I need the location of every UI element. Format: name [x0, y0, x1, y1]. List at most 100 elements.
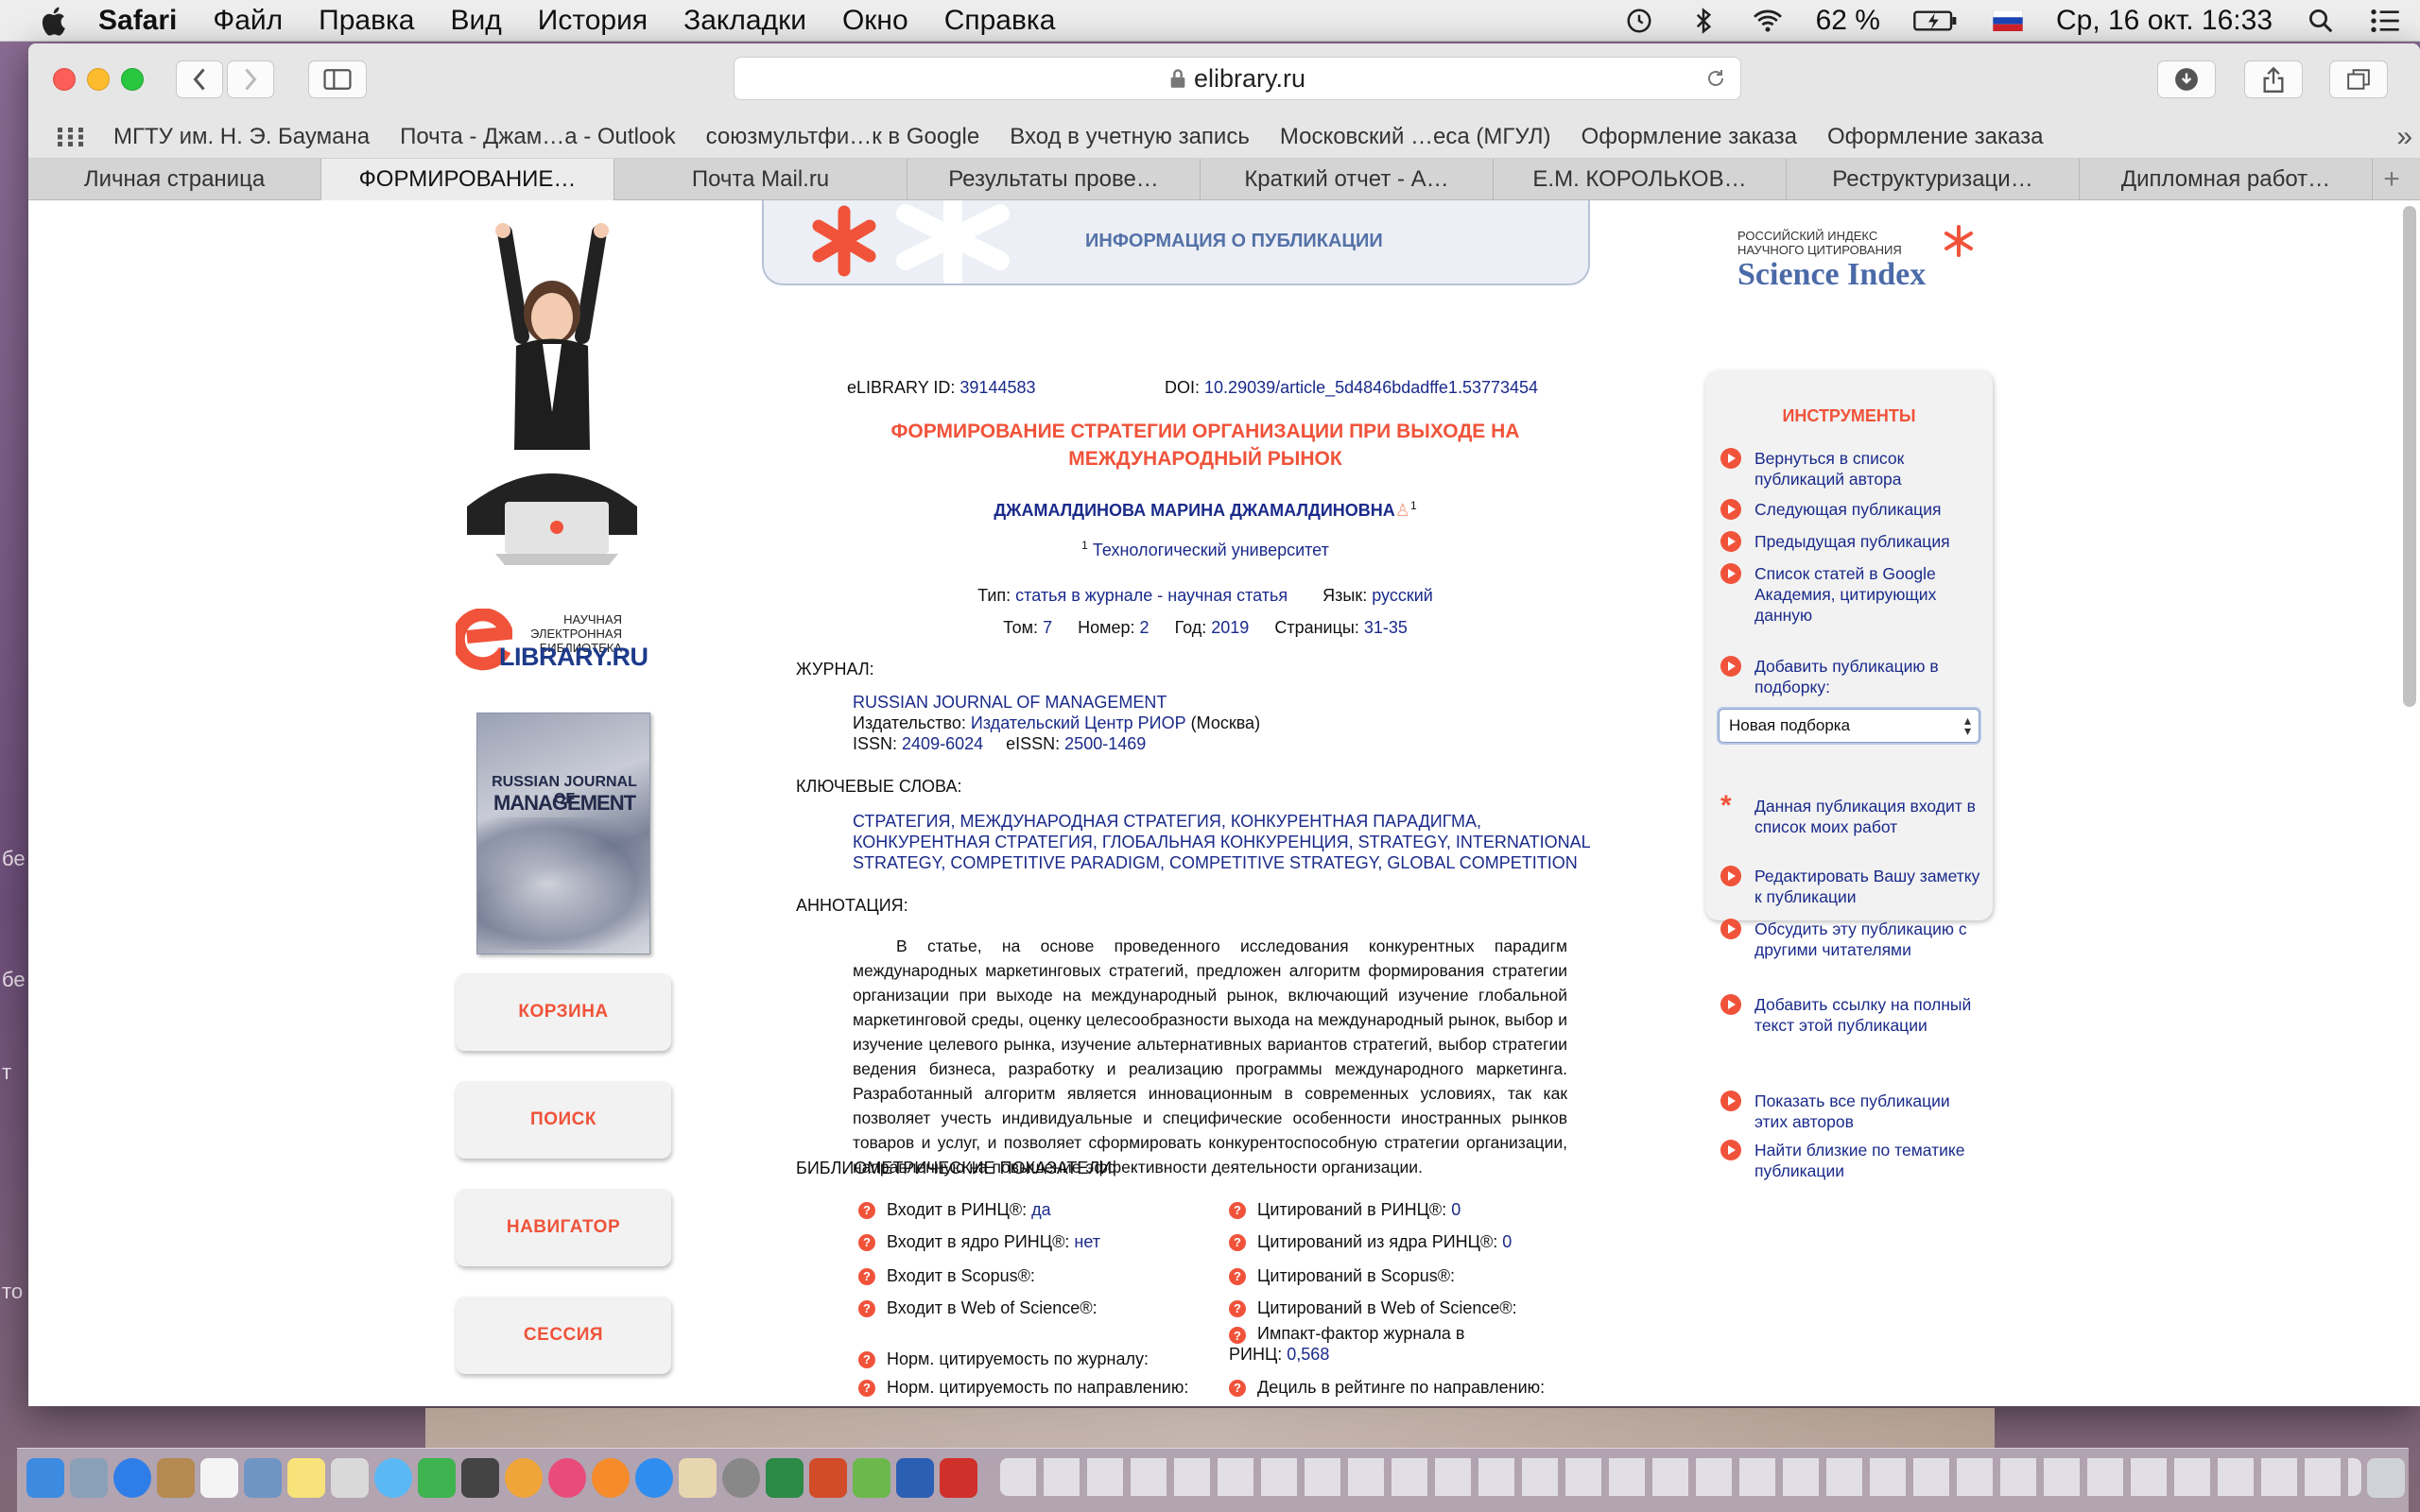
itunes-icon[interactable] [548, 1458, 586, 1498]
tool-find-similar[interactable]: Найти близкие по тематике публикации [1720, 1140, 1985, 1181]
menu-window[interactable]: Окно [842, 5, 908, 37]
menu-edit[interactable]: Правка [319, 5, 414, 37]
help-icon[interactable]: ? [1229, 1201, 1246, 1219]
cart-button[interactable]: КОРЗИНА [456, 973, 671, 1051]
journal-cover-image[interactable]: RUSSIAN JOURNAL OF MANAGEMENT [476, 713, 650, 954]
help-icon[interactable]: ? [858, 1233, 875, 1251]
keywords-line[interactable]: STRATEGY, COMPETITIVE PARADIGM, COMPETIT… [853, 852, 1591, 873]
help-icon[interactable]: ? [1229, 1267, 1246, 1285]
facetime-icon[interactable] [418, 1458, 456, 1498]
more-bookmarks-icon[interactable]: » [2396, 121, 2412, 153]
bookmark-link[interactable]: Оформление заказа [1827, 124, 2043, 150]
tab[interactable]: Е.М. КОРОЛЬКОВ… [1494, 159, 1787, 200]
tool-label[interactable]: Следующая публикация [1754, 499, 1941, 520]
help-icon[interactable]: ? [1229, 1379, 1246, 1397]
tool-label[interactable]: Обсудить эту публикацию с другими читате… [1754, 919, 1985, 960]
tool-previous-publication[interactable]: Предыдущая публикация [1720, 531, 1985, 552]
wifi-icon[interactable] [1752, 7, 1784, 35]
help-icon[interactable]: ? [1229, 1233, 1246, 1251]
session-button[interactable]: СЕССИЯ [456, 1297, 671, 1374]
menu-bookmarks[interactable]: Закладки [683, 5, 806, 37]
author-link[interactable]: ДЖАМАЛДИНОВА МАРИНА ДЖАМАЛДИНОВНА [994, 501, 1394, 520]
tool-edit-note[interactable]: Редактировать Вашу заметку к публикации [1720, 866, 1985, 907]
preview-icon[interactable] [244, 1458, 282, 1498]
search-button[interactable]: ПОИСК [456, 1081, 671, 1159]
spotlight-search-icon[interactable] [2305, 7, 2337, 35]
zoom-window-button[interactable] [121, 68, 144, 91]
tab[interactable]: Почта Mail.ru [614, 159, 908, 200]
tool-my-works[interactable]: * Данная публикация входит в список моих … [1720, 792, 1985, 837]
collection-select[interactable]: Новая подборка ▴ ▾ [1719, 709, 1979, 743]
tab-overview-button[interactable] [2329, 60, 2388, 98]
ibooks-icon[interactable] [592, 1458, 630, 1498]
excel-icon[interactable] [766, 1458, 804, 1498]
keywords-line[interactable]: КОНКУРЕНТНАЯ СТРАТЕГИЯ, ГЛОБАЛЬНАЯ КОНКУ… [853, 832, 1591, 852]
metric-value[interactable]: 0 [1502, 1232, 1512, 1252]
app-icon[interactable] [679, 1458, 717, 1498]
word-icon[interactable] [896, 1458, 934, 1498]
navigator-button[interactable]: НАВИГАТОР [456, 1189, 671, 1266]
downloads-button[interactable] [2157, 60, 2216, 98]
metric-value[interactable]: 0,568 [1287, 1345, 1329, 1364]
back-button[interactable] [176, 60, 223, 98]
tool-back-to-list[interactable]: Вернуться в список публикаций автора [1720, 448, 1985, 490]
tool-label[interactable]: Добавить публикацию в подборку: [1754, 656, 1985, 697]
time-machine-icon[interactable] [1623, 7, 1655, 35]
tab[interactable]: Дипломная работ… [2080, 159, 2373, 200]
metric-value[interactable]: нет [1074, 1232, 1100, 1252]
tool-label[interactable]: Данная публикация входит в список моих р… [1754, 796, 1985, 837]
notification-center-icon[interactable] [2369, 7, 2401, 35]
launchpad-icon[interactable] [70, 1458, 108, 1498]
tool-label[interactable]: Предыдущая публикация [1754, 531, 1950, 552]
metric-value[interactable]: да [1031, 1200, 1051, 1220]
tab[interactable]: Краткий отчет - А… [1201, 159, 1494, 200]
help-icon[interactable]: ? [858, 1350, 875, 1368]
tool-google-scholar[interactable]: Список статей в Google Академия, цитирую… [1720, 563, 1985, 626]
science-index-logo[interactable]: РОССИЙСКИЙ ИНДЕКС НАУЧНОГО ЦИТИРОВАНИЯ S… [1711, 221, 1976, 292]
tool-label[interactable]: Список статей в Google Академия, цитирую… [1754, 563, 1985, 626]
menu-history[interactable]: История [538, 5, 648, 37]
app-store-icon[interactable] [635, 1458, 673, 1498]
safari-icon[interactable] [113, 1458, 151, 1498]
help-icon[interactable]: ? [1229, 1327, 1246, 1344]
bookmark-link[interactable]: Почта - Джам…а - Outlook [400, 124, 676, 150]
photos-icon[interactable] [505, 1458, 543, 1498]
elibrary-id[interactable]: 39144583 [959, 378, 1035, 397]
address-bar[interactable]: elibrary.ru [734, 57, 1741, 100]
trash-icon[interactable] [2367, 1458, 2405, 1498]
help-icon[interactable]: ? [1229, 1299, 1246, 1317]
apple-icon[interactable] [38, 4, 72, 38]
doi-link[interactable]: 10.29039/article_5d4846bdadffe1.53773454 [1204, 378, 1538, 397]
calendar-icon[interactable] [200, 1458, 238, 1498]
vertical-scrollbar[interactable] [2403, 206, 2416, 707]
volume-link[interactable]: 7 [1043, 618, 1052, 637]
metric-value[interactable]: 0 [1451, 1200, 1461, 1220]
help-icon[interactable]: ? [858, 1201, 875, 1219]
help-icon[interactable]: ? [858, 1299, 875, 1317]
bookmark-link[interactable]: Московский …еса (МГУЛ) [1280, 124, 1551, 150]
minimize-window-button[interactable] [87, 68, 110, 91]
elibrary-logo[interactable]: НАУЧНАЯ ЭЛЕКТРОННАЯ БИБЛИОТЕКА LIBRARY.R… [456, 609, 673, 684]
tool-add-fulltext-link[interactable]: Добавить ссылку на полный текст этой пуб… [1720, 994, 1985, 1036]
acrobat-icon[interactable] [940, 1458, 977, 1498]
help-icon[interactable]: ? [858, 1267, 875, 1285]
minimized-windows-strip[interactable] [1000, 1458, 2361, 1496]
new-tab-button[interactable]: + [2373, 159, 2411, 200]
tool-label[interactable]: Редактировать Вашу заметку к публикации [1754, 866, 1985, 907]
forward-button[interactable] [227, 60, 274, 98]
notes-icon[interactable] [287, 1458, 325, 1498]
number-link[interactable]: 2 [1140, 618, 1150, 637]
powerpoint-icon[interactable] [809, 1458, 847, 1498]
tool-add-to-collection[interactable]: Добавить публикацию в подборку: [1720, 656, 1985, 697]
reminders-icon[interactable] [331, 1458, 369, 1498]
close-window-button[interactable] [53, 68, 76, 91]
finder-icon[interactable] [26, 1458, 64, 1498]
system-preferences-icon[interactable] [722, 1458, 760, 1498]
tool-label[interactable]: Вернуться в список публикаций автора [1754, 448, 1985, 490]
tool-next-publication[interactable]: Следующая публикация [1720, 499, 1985, 520]
help-icon[interactable]: ? [858, 1379, 875, 1397]
clock[interactable]: Ср, 16 окт. 16:33 [2056, 5, 2273, 37]
tool-discuss[interactable]: Обсудить эту публикацию с другими читате… [1720, 919, 1985, 960]
bookmark-link[interactable]: МГТУ им. Н. Э. Баумана [113, 124, 370, 150]
tool-label[interactable]: Найти близкие по тематике публикации [1754, 1140, 1985, 1181]
